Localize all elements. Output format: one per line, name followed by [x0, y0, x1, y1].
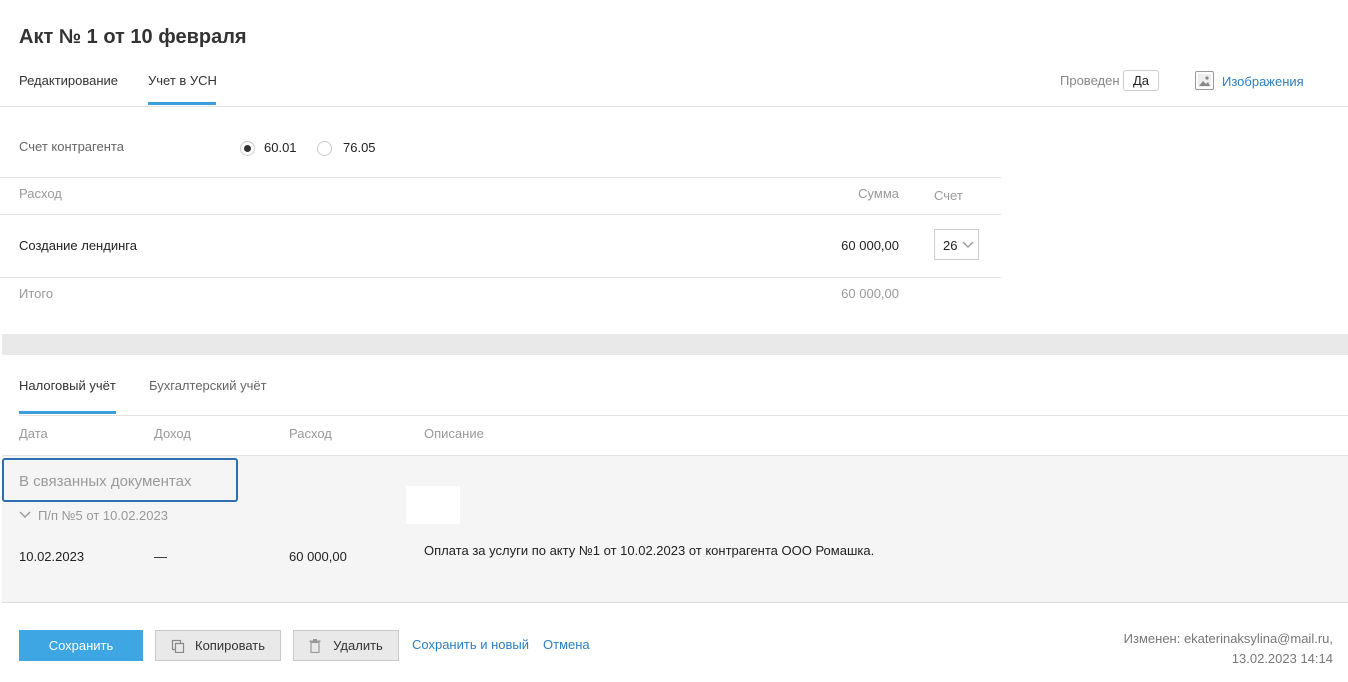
table-top-divider	[0, 177, 1001, 178]
expense-name: Создание лендинга	[19, 238, 137, 253]
account-select-value: 26	[943, 238, 958, 253]
status-badge[interactable]: Да	[1123, 70, 1160, 91]
expense-amount: 60 000,00	[841, 238, 899, 253]
status-label: Проведен	[1060, 73, 1120, 88]
total-value: 60 000,00	[841, 286, 899, 301]
radio-76-05-label[interactable]: 76.05	[343, 140, 376, 155]
chevron-down-icon	[962, 241, 974, 248]
table-row-divider	[0, 277, 1001, 278]
ledger-active-tab-indicator	[19, 411, 116, 414]
tab-book-accounting[interactable]: Бухгалтерский учёт	[149, 378, 267, 393]
account-select[interactable]: 26	[934, 229, 979, 260]
save-button[interactable]: Сохранить	[19, 630, 143, 661]
page-title: Акт № 1 от 10 февраля	[19, 26, 247, 48]
ledger-row-date: 10.02.2023	[19, 549, 85, 564]
header-divider	[0, 106, 1348, 107]
copy-icon	[171, 639, 185, 653]
ledger-header-income: Доход	[154, 426, 191, 441]
ledger-row-expense: 60 000,00	[289, 549, 347, 564]
radio-76-05[interactable]	[317, 141, 332, 156]
section-separator	[2, 334, 1348, 355]
save-and-new-link[interactable]: Сохранить и новый	[412, 637, 529, 652]
ledger-row-income: —	[154, 549, 167, 564]
tab-usn[interactable]: Учет в УСН	[148, 73, 217, 88]
linked-documents-box[interactable]: В связанных документах	[2, 458, 238, 502]
ledger-header-description: Описание	[424, 426, 484, 441]
tab-editing[interactable]: Редактирование	[19, 73, 118, 88]
payment-group-label[interactable]: П/п №5 от 10.02.2023	[38, 508, 168, 523]
copy-button-label: Копировать	[195, 638, 265, 653]
ledger-tabs-divider	[19, 415, 1348, 416]
modified-date: 13.02.2023 14:14	[1231, 651, 1333, 666]
blank-panel	[406, 486, 460, 524]
modified-by: Изменен: ekaterinaksylina@mail.ru,	[1123, 631, 1333, 646]
trash-icon	[309, 638, 321, 653]
linked-documents-label: В связанных документах	[19, 473, 192, 490]
image-icon[interactable]	[1195, 71, 1214, 90]
radio-60-01-label[interactable]: 60.01	[264, 140, 297, 155]
active-tab-indicator	[148, 102, 216, 105]
total-label: Итого	[19, 286, 54, 301]
copy-button[interactable]: Копировать	[155, 630, 281, 661]
tab-tax-accounting[interactable]: Налоговый учёт	[19, 378, 116, 393]
radio-60-01[interactable]	[240, 141, 255, 156]
chevron-down-icon[interactable]	[19, 511, 31, 519]
header-amount: Сумма	[858, 186, 899, 201]
header-account: Счет	[934, 188, 963, 203]
cancel-link[interactable]: Отмена	[543, 637, 590, 652]
delete-button[interactable]: Удалить	[293, 630, 399, 661]
delete-button-label: Удалить	[333, 638, 383, 653]
header-expense: Расход	[19, 186, 62, 201]
account-label: Счет контрагента	[19, 139, 124, 154]
ledger-header-expense: Расход	[289, 426, 332, 441]
ledger-row-description: Оплата за услуги по акту №1 от 10.02.202…	[424, 543, 875, 558]
ledger-header-date: Дата	[19, 426, 48, 441]
table-header-divider	[0, 214, 1001, 215]
images-link[interactable]: Изображения	[1222, 74, 1304, 89]
